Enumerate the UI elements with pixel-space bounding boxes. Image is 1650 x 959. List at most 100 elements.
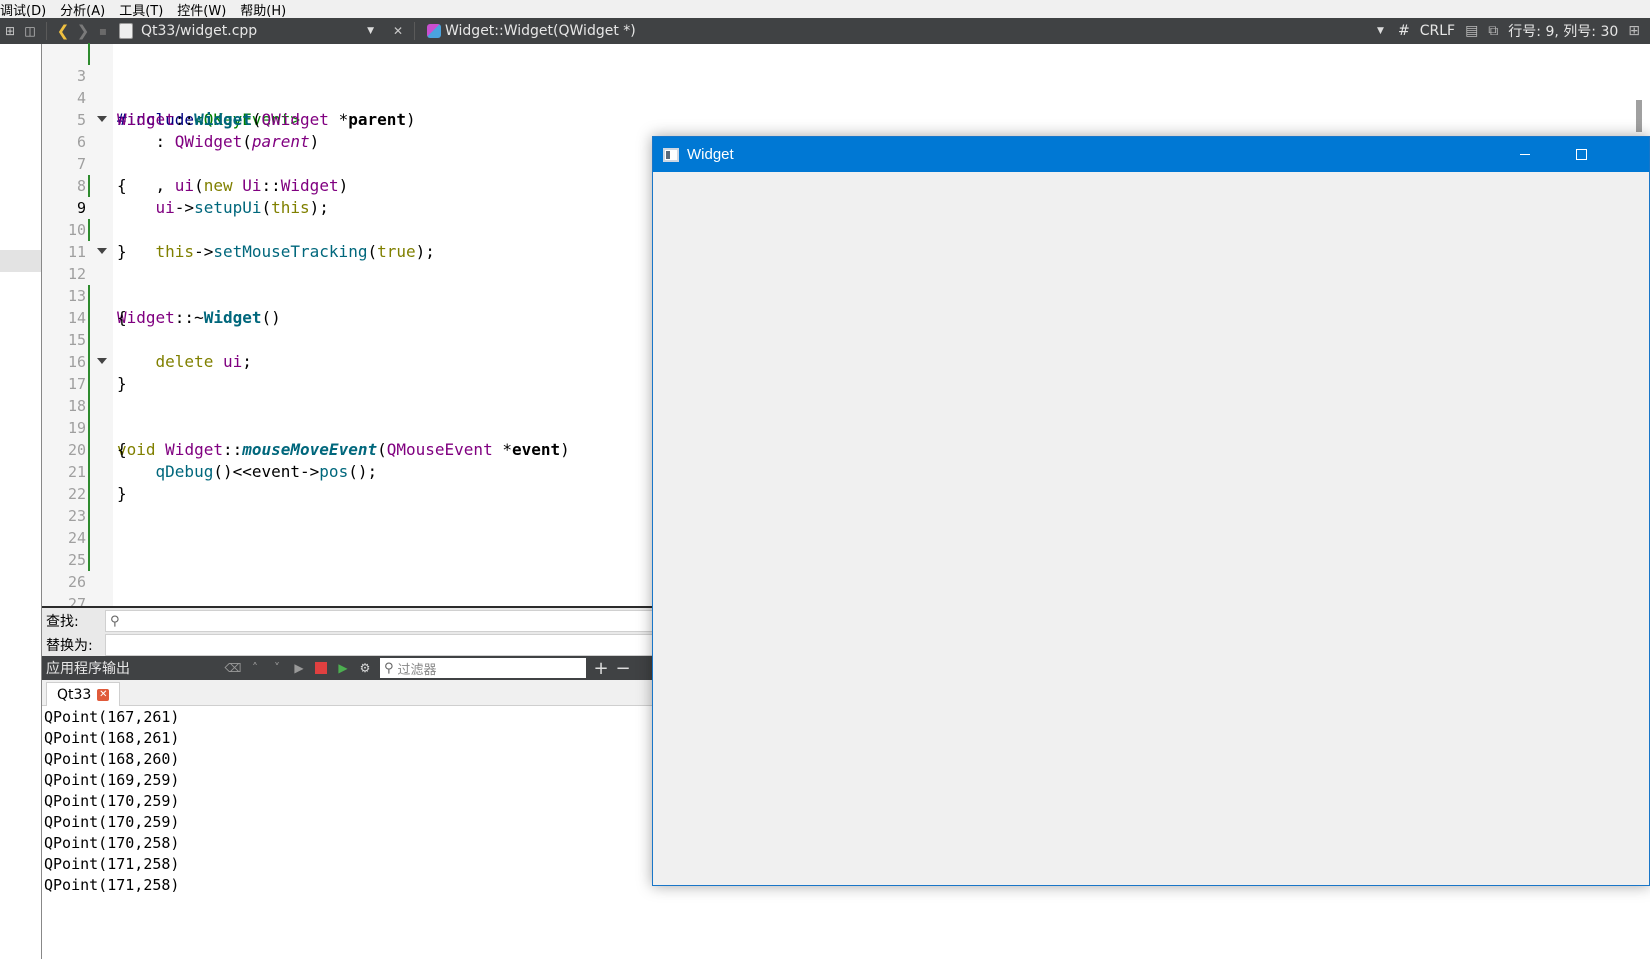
change-marker — [88, 373, 90, 395]
change-marker — [88, 351, 90, 373]
output-line: QPoint(170,259) — [44, 813, 180, 831]
selected-row-highlight — [0, 250, 41, 272]
function-icon — [427, 24, 441, 38]
output-title: 应用程序输出 — [46, 661, 130, 677]
file-name: Qt33/widget.cpp — [141, 23, 258, 39]
split-icon[interactable]: ⊞ — [0, 21, 20, 41]
chevron-down-icon[interactable]: ˅ — [266, 661, 288, 675]
toolbar-divider — [414, 22, 415, 40]
left-panel-strip — [0, 44, 42, 959]
find-input[interactable]: ⚲ — [105, 610, 653, 632]
code-line: 3 #include<QKeyEvent> — [42, 43, 942, 129]
gear-icon[interactable]: ⚙ — [354, 661, 376, 675]
output-line: QPoint(168,261) — [44, 729, 180, 747]
close-split-icon[interactable]: ◫ — [20, 21, 40, 41]
find-row: 查找: ⚲ — [42, 609, 653, 633]
application-output[interactable]: QPoint(167,261) QPoint(168,261) QPoint(1… — [42, 706, 653, 959]
change-marker — [88, 307, 90, 329]
output-line: QPoint(170,259) — [44, 792, 180, 810]
fold-arrow-icon[interactable] — [97, 248, 107, 254]
menu-debug[interactable]: 调试(D) — [0, 0, 54, 19]
change-marker — [88, 219, 90, 241]
change-marker — [88, 483, 90, 505]
change-marker — [88, 395, 90, 417]
minimize-icon — [1520, 154, 1530, 155]
output-line: QPoint(167,261) — [44, 708, 180, 726]
change-marker — [88, 417, 90, 439]
menu-tools[interactable]: 工具(T) — [119, 0, 171, 19]
fold-arrow-icon[interactable] — [97, 358, 107, 364]
lock-icon: ▪ — [98, 24, 108, 38]
close-button[interactable] — [1609, 137, 1649, 172]
stop-icon[interactable] — [315, 662, 327, 674]
chevron-down-icon: ▼ — [367, 26, 374, 36]
change-marker — [88, 527, 90, 549]
change-marker — [88, 549, 90, 571]
code-line: 5 : QWidget(parent) — [42, 87, 942, 151]
plus-icon[interactable]: + — [590, 658, 612, 679]
clear-output-icon[interactable]: ⌫ — [222, 661, 244, 675]
play-icon[interactable]: ▶ — [288, 661, 310, 675]
close-icon[interactable]: ✕ — [97, 688, 110, 701]
change-marker — [88, 175, 90, 197]
editor-status: # CRLF ▤ ⧉ 行号: 9, 列号: 30 ⊞ — [1398, 21, 1650, 41]
cpp-file-icon — [119, 23, 133, 39]
output-line: QPoint(171,258) — [44, 855, 180, 873]
code-line: 6 , ui(new Ui::Widget) — [42, 109, 942, 195]
fold-arrow-icon[interactable] — [97, 116, 107, 122]
line-ending-button[interactable]: CRLF — [1420, 23, 1455, 39]
replace-row: 替换为: — [42, 633, 653, 657]
output-line: QPoint(168,260) — [44, 750, 180, 768]
menu-help[interactable]: 帮助(H) — [240, 0, 294, 19]
tab-label: Qt33 — [57, 686, 92, 703]
search-icon: ⚲ — [384, 660, 394, 676]
split-right-icon[interactable]: ⊞ — [1628, 23, 1640, 39]
maximize-button[interactable] — [1553, 137, 1609, 172]
widget-titlebar[interactable]: Widget — [653, 137, 1649, 172]
search-icon: ⚲ — [110, 613, 120, 629]
change-marker — [88, 505, 90, 527]
tab-qt33[interactable]: Qt33 ✕ — [46, 682, 121, 706]
minimize-button[interactable] — [1497, 137, 1553, 172]
change-marker — [88, 43, 90, 65]
function-name: Widget::Widget(QWidget *) — [445, 23, 636, 39]
file-selector[interactable]: Qt33/widget.cpp ▼ — [113, 20, 388, 42]
filter-input[interactable]: ⚲ 过滤器 — [380, 658, 586, 678]
change-marker — [88, 439, 90, 461]
encoding-icon[interactable]: ▤ — [1465, 23, 1478, 39]
menu-controls[interactable]: 控件(W) — [177, 0, 234, 19]
change-marker — [88, 285, 90, 307]
window-app-icon — [663, 147, 679, 162]
code-line: 4 Widget::Widget(QWidget *parent) — [42, 65, 942, 129]
chevron-up-icon[interactable]: ˄ — [244, 661, 266, 675]
chevron-down-icon: ▼ — [1377, 26, 1384, 36]
outline-icon[interactable]: ⧉ — [1488, 23, 1498, 39]
rerun-icon[interactable]: ▶ — [332, 661, 354, 675]
output-line: QPoint(171,258) — [44, 876, 180, 894]
find-label: 查找: — [46, 614, 79, 630]
minus-icon[interactable]: − — [612, 658, 634, 679]
symbol-selector[interactable]: Widget::Widget(QWidget *) ▼ — [421, 20, 1398, 42]
output-line: QPoint(170,258) — [44, 834, 180, 852]
maximize-icon — [1575, 149, 1587, 160]
menu-bar: 调试(D) 分析(A) 工具(T) 控件(W) 帮助(H) — [0, 0, 1650, 19]
close-file-icon[interactable]: ✕ — [388, 21, 408, 41]
editor-scrollbar[interactable] — [1636, 100, 1642, 132]
toolbar-divider — [46, 22, 47, 40]
change-marker — [88, 329, 90, 351]
find-replace-bar: 查找: ⚲ 替换为: — [42, 606, 653, 656]
replace-input[interactable] — [105, 634, 653, 656]
editor-toolbar: ⊞ ◫ ❮ ❯ ▪ Qt33/widget.cpp ▼ ✕ Widget::Wi… — [0, 18, 1650, 44]
output-pane-header: 应用程序输出 ⌫ ˄ ˅ ▶ ▶ ⚙ ⚲ 过滤器 + − — [42, 656, 653, 680]
filter-placeholder: 过滤器 — [397, 662, 437, 678]
cursor-position[interactable]: 行号: 9, 列号: 30 — [1508, 21, 1618, 41]
replace-label: 替换为: — [46, 638, 93, 654]
hash-button[interactable]: # — [1398, 23, 1410, 39]
widget-window[interactable]: Widget — [652, 136, 1650, 886]
menu-analyze[interactable]: 分析(A) — [60, 0, 113, 19]
output-line: QPoint(169,259) — [44, 771, 180, 789]
back-arrow-icon[interactable]: ❮ — [53, 21, 73, 41]
forward-arrow-icon[interactable]: ❯ — [73, 21, 93, 41]
widget-window-title: Widget — [687, 146, 734, 163]
output-tab-bar: Qt33 ✕ — [42, 680, 653, 706]
